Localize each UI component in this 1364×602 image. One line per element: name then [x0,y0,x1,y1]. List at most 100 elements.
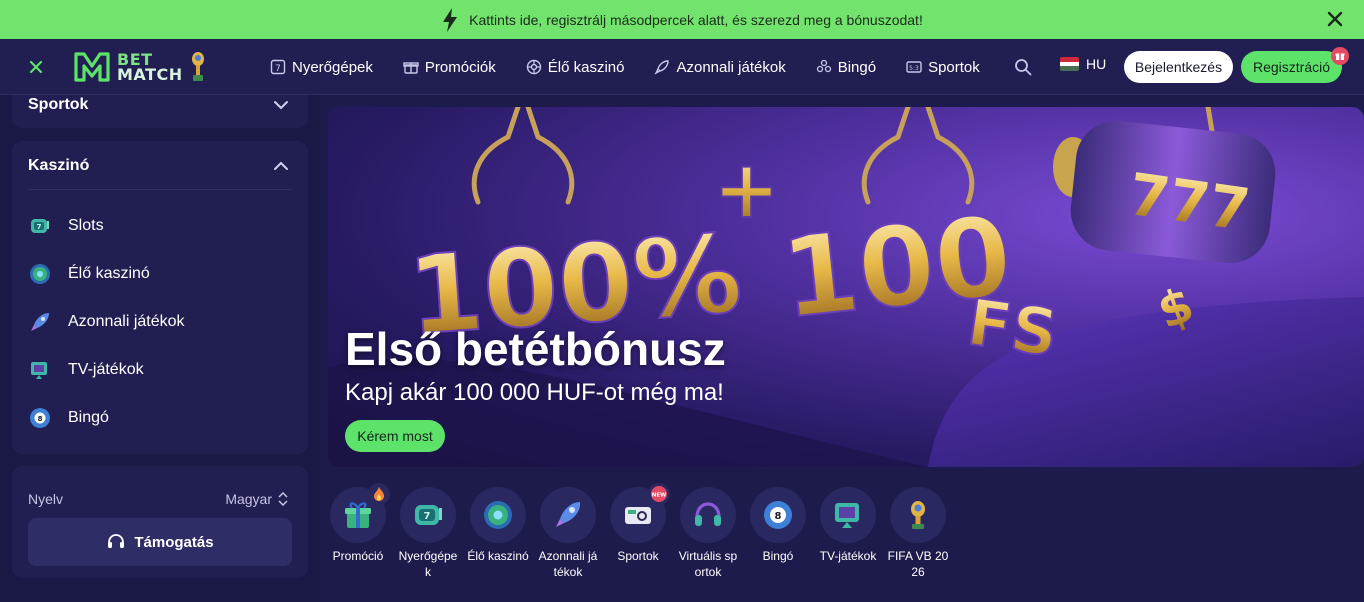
sidebar-sports-panel[interactable]: Sportok [12,95,308,128]
category-instant-games[interactable]: Azonnali játékok [538,487,598,580]
sidebar-item-instant-games[interactable]: Azonnali játékok [28,310,185,334]
slot-machine-icon: 7 [415,505,442,525]
sidebar-item-bingo[interactable]: 8 Bingó [28,406,109,430]
sidebar-sports-title: Sportok [28,96,89,113]
category-label: Azonnali játékok [538,549,598,579]
category-bingo[interactable]: 8 Bingó [750,487,806,580]
slot-machine-icon: 7 [31,219,49,233]
sidebar-casino-title[interactable]: Kaszinó [28,157,89,175]
fire-icon [368,483,390,505]
banner-cta-button[interactable]: Kérem most [345,420,445,452]
svg-text:7: 7 [424,511,431,522]
sidebar-casino-panel: Kaszinó 7 Slots Élő kaszinó Azonnali ját… [12,141,308,454]
svg-text:7: 7 [275,64,281,74]
bingo-icon [816,59,831,73]
rocket-icon [654,60,670,75]
sidebar-item-label: Slots [68,217,104,234]
main-content: 100% + 100 FS 777 $ Első betétbónusz Kap… [320,95,1364,602]
new-badge-text: NEW [652,493,666,499]
promo-text[interactable]: Kattints ide, regisztrálj másodpercek al… [469,12,923,28]
divider [28,189,292,190]
sort-arrows-icon [278,492,288,506]
nav-instant-games[interactable]: Azonnali játékok [654,58,786,76]
category-tv-games[interactable]: TV-játékok [820,487,876,580]
category-sports[interactable]: NEW Sportok [610,483,670,580]
bingo-ball-icon: 8 [764,501,792,529]
top-header: BET MATCH 7 Nyerőgépek Promóciók Élő kas… [0,39,1364,95]
sidebar-settings-panel: Nyelv Magyar Támogatás [12,466,308,578]
banner-title: Első betétbónusz [345,323,726,375]
main-nav: 7 Nyerőgépek Promóciók Élő kaszinó Azonn… [270,39,980,95]
sidebar-item-label: TV-játékok [68,361,144,378]
sidebar-item-tv-games[interactable]: TV-játékok [28,358,144,382]
banner-subtitle: Kapj akár 100 000 HUF-ot még ma! [345,379,724,406]
nav-label: Azonnali játékok [676,58,786,76]
close-icon[interactable] [1324,8,1346,30]
category-row: Promóció 7 Nyerőgépek Élő kaszinó Azonna… [330,483,949,580]
roulette-icon [484,501,512,529]
logo-text: BET MATCH [117,52,183,84]
art-fs: FS [963,286,1062,372]
headset-icon [108,534,125,548]
category-slots[interactable]: 7 Nyerőgépek [399,487,457,580]
tv-icon [835,503,859,528]
close-sidebar-icon[interactable] [27,58,45,76]
nav-label: Élő kaszinó [547,58,625,76]
language-value: Magyar [225,491,272,507]
lightning-icon [443,7,458,32]
nav-sports[interactable]: 5:3 Sportok [906,59,980,76]
svg-text:8: 8 [38,415,43,423]
sidebar: Sportok Kaszinó 7 Slots Élő kaszinó Azon… [0,95,320,602]
logo[interactable]: BET MATCH [72,49,222,85]
banner-artwork: 100% + 100 FS 777 $ [328,107,1364,467]
svg-text:8: 8 [775,511,782,522]
support-button[interactable]: Támogatás [28,518,292,566]
nav-bingo[interactable]: Bingó [816,59,876,76]
category-live-casino[interactable]: Élő kaszinó [467,487,529,580]
nav-promotions[interactable]: Promóciók [403,59,496,76]
tv-icon [31,362,47,379]
language-label: Nyelv [28,491,64,507]
category-label: Virtuális sportok [678,549,738,579]
category-label: FIFA VB 2026 [887,549,949,579]
sidebar-item-label: Bingó [68,409,109,426]
logo-line2: MATCH [117,65,183,84]
sidebar-item-slots[interactable]: 7 Slots [28,214,104,238]
nav-label: Promóciók [424,58,496,76]
search-icon[interactable] [1014,58,1032,76]
category-fifa-wc-2026[interactable]: FIFA VB 2026 [887,487,949,580]
category-label: Élő kaszinó [467,549,529,563]
chevron-up-icon[interactable] [273,158,289,174]
bingo-ball-icon: 8 [30,408,50,428]
new-badge: NEW [648,483,670,505]
promo-bar[interactable]: Kattints ide, regisztrálj másodpercek al… [0,0,1364,39]
category-label: Bingó [762,549,794,563]
nav-live-casino[interactable]: Élő kaszinó [526,58,625,76]
trophy-icon [911,501,925,529]
register-button[interactable]: Regisztráció [1241,51,1342,83]
language-selector[interactable]: HU [1060,56,1106,72]
rocket-icon [556,502,581,527]
login-button[interactable]: Bejelentkezés [1124,51,1233,83]
category-virtual-sports[interactable]: Virtuális sportok [678,487,738,580]
gift-icon [345,502,371,528]
headset-icon [695,502,721,526]
trophy-icon [191,52,204,81]
nav-label: Sportok [928,58,980,76]
art-plus: + [713,143,780,236]
nav-slots[interactable]: 7 Nyerőgépek [270,59,373,76]
sidebar-item-live-casino[interactable]: Élő kaszinó [28,262,150,286]
scoreboard-icon: 5:3 [906,61,922,73]
sidebar-item-label: Élő kaszinó [68,265,150,282]
hero-banner[interactable]: 100% + 100 FS 777 $ Első betétbónusz Kap… [328,107,1364,467]
register-gift-icon [1331,47,1349,65]
gift-icon [403,62,419,74]
category-promotions[interactable]: Promóció [330,483,390,580]
nav-label: Bingó [837,58,877,76]
nav-label: Nyerőgépek [292,58,373,76]
svg-text:7: 7 [37,223,42,231]
rocket-icon [31,313,49,331]
chevron-down-icon[interactable] [273,97,289,113]
logo-mark-icon [74,52,110,82]
language-dropdown[interactable]: Magyar [225,491,288,507]
